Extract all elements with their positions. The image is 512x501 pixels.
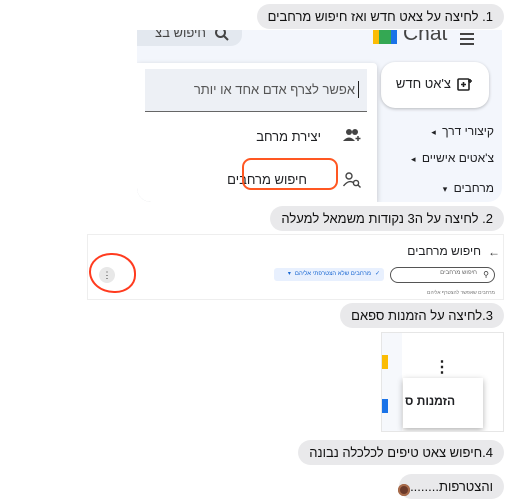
new-chat-button[interactable]: צ'אט חדש xyxy=(381,62,489,108)
filter-chip[interactable]: ✓מרחבים שלא הצטרפתי אליהם▾ xyxy=(274,268,384,281)
step-2-message: 2. לחיצה על ה3 נקודות משמאל למעלה xyxy=(270,206,504,231)
yellow-accent xyxy=(382,355,388,369)
create-space-label: יצירת מרחב xyxy=(256,129,321,144)
nav-shortcuts[interactable]: קיצורי דרך ◂ xyxy=(431,124,494,138)
spaces-search-input[interactable]: ⚲ חיפוש מרחבים xyxy=(390,267,495,283)
app-name: Chat xyxy=(403,30,448,45)
new-chat-dropdown: אפשר לצרף אדם אחד או יותר יצירת מרחב חיפ… xyxy=(137,63,377,202)
step-1-message: 1. לחיצה על צאט חדש ואז חיפוש מרחבים xyxy=(256,4,504,29)
chat-logo-icon xyxy=(373,30,397,44)
blue-accent xyxy=(382,399,388,413)
create-space-item[interactable]: יצירת מרחב xyxy=(137,121,377,153)
browse-spaces-item[interactable]: חיפוש מרחבים xyxy=(137,158,377,197)
more-vert-icon[interactable]: ⋮ xyxy=(434,357,450,377)
chip-dropdown-icon: ▾ xyxy=(287,271,291,277)
avatar xyxy=(398,484,410,496)
chevron-left-icon: ◂ xyxy=(431,127,436,137)
spam-invites-item[interactable]: הזמנות ס xyxy=(405,394,455,408)
menu-icon[interactable] xyxy=(459,32,475,46)
group-add-icon xyxy=(343,128,361,147)
annotation-highlight-circle xyxy=(89,253,136,293)
person-search-icon xyxy=(342,172,361,193)
chevron-down-icon: ▾ xyxy=(442,184,448,194)
step-3-message: 3.לחיצה על הזמנות ספאם xyxy=(340,303,504,328)
new-chat-icon xyxy=(457,77,474,98)
chevron-left-icon: ◂ xyxy=(411,154,416,164)
nav-spaces-label: מרחבים xyxy=(453,181,494,195)
search-icon: ⚲ xyxy=(483,270,489,279)
screenshot-new-chat-menu: Chat חיפוש בצ צ'אט חדש קיצורי דרך ◂ צ'אט… xyxy=(137,30,502,202)
back-arrow-icon[interactable]: ← xyxy=(488,245,500,259)
nav-spaces[interactable]: מרחבים ▾ xyxy=(443,181,494,195)
subtext: מרחבים שאפשר להצטרף אליהם xyxy=(427,290,495,296)
top-bar: Chat חיפוש בצ xyxy=(137,30,502,50)
spaces-search-placeholder: חיפוש מרחבים xyxy=(440,270,477,276)
nav-direct-messages[interactable]: צ'אטים אישיים ◂ xyxy=(411,151,494,165)
people-input-placeholder: אפשר לצרף אדם אחד או יותר xyxy=(193,82,355,97)
left-strip xyxy=(382,333,402,431)
step-4-message: 4.חיפוש צאט טיפים לכלכלה נבונה xyxy=(298,440,504,465)
search-placeholder: חיפוש בצ xyxy=(155,30,206,40)
step-5-message: והצטרפות........ xyxy=(399,474,504,499)
nav-shortcuts-label: קיצורי דרך xyxy=(442,124,494,138)
screenshot-spam-invites-menu: ⋮ הזמנות ס xyxy=(381,332,504,432)
annotation-highlight-box xyxy=(242,158,338,190)
people-input[interactable]: אפשר לצרף אדם אחד או יותר xyxy=(145,69,367,112)
search-box[interactable]: חיפוש בצ xyxy=(137,30,242,46)
search-icon xyxy=(214,30,230,47)
text-cursor xyxy=(358,81,359,98)
new-chat-label: צ'אט חדש xyxy=(395,76,451,91)
overflow-menu: הזמנות ס xyxy=(403,378,483,428)
filter-chip-label: מרחבים שלא הצטרפתי אליהם xyxy=(294,271,371,277)
nav-direct-messages-label: צ'אטים אישיים xyxy=(421,151,494,165)
chip-check-icon: ✓ xyxy=(374,271,380,277)
page-title: חיפוש מרחבים xyxy=(407,244,481,258)
screenshot-browse-spaces: ← חיפוש מרחבים ⚲ חיפוש מרחבים ✓מרחבים של… xyxy=(87,234,504,300)
